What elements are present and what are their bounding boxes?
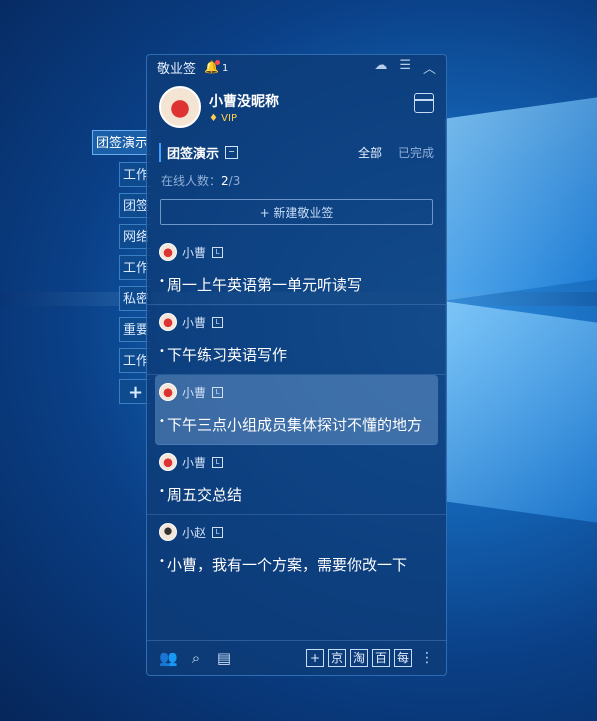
note-author: 小曹	[182, 385, 207, 400]
shortcut-taobao-button[interactable]: 淘	[350, 649, 368, 667]
notes-list: 小曹 L 周一上午英语第一单元听读写 小曹 L 下午练习英语写作 小曹 L 下午三点小…	[147, 235, 446, 584]
bell-icon[interactable]: 🔔 1	[204, 60, 228, 74]
shortcut-daily-button[interactable]: 每	[394, 649, 412, 667]
note-type-icon: L	[212, 456, 224, 468]
user-profile: 小曹没昵称 ♦ VIP	[147, 79, 446, 135]
list-item[interactable]: 小曹 L 下午三点小组成员集体探讨不懂的地方	[155, 375, 438, 445]
calendar-icon[interactable]	[414, 93, 434, 113]
new-note-button[interactable]: + 新建敬业签	[160, 199, 433, 225]
filter-done-tab[interactable]: 已完成	[398, 144, 434, 161]
avatar	[159, 523, 177, 541]
group-name: 团签演示	[159, 143, 219, 162]
note-author: 小曹	[182, 455, 207, 470]
avatar	[159, 453, 177, 471]
filter-all-tab[interactable]: 全部	[358, 144, 382, 161]
list-item[interactable]: 小曹 L 周五交总结	[147, 445, 446, 515]
list-item[interactable]: 小曹 L 周一上午英语第一单元听读写	[147, 235, 446, 305]
collapse-icon[interactable]: ︿	[423, 58, 436, 77]
note-text: 下午练习英语写作	[159, 341, 436, 366]
note-type-icon: L	[212, 386, 224, 398]
vip-badge: ♦ VIP	[209, 112, 237, 124]
note-type-icon: L	[212, 316, 224, 328]
note-text: 周五交总结	[159, 481, 436, 506]
search-icon[interactable]: ⌕	[187, 649, 205, 667]
note-type-icon: L	[212, 526, 224, 538]
online-count: 在线人数：2/3	[161, 174, 241, 188]
user-name: 小曹没昵称	[209, 93, 279, 110]
note-author: 小赵	[182, 525, 207, 540]
avatar	[159, 313, 177, 331]
note-author: 小曹	[182, 245, 207, 260]
avatar	[159, 383, 177, 401]
group-menu-icon[interactable]: −	[225, 146, 239, 159]
menu-icon[interactable]: ☰	[399, 58, 411, 77]
contacts-icon[interactable]: 👥	[159, 649, 178, 667]
more-icon[interactable]: ⋮	[420, 649, 434, 667]
note-type-icon: L	[212, 246, 224, 258]
cloud-icon[interactable]: ☁	[374, 58, 387, 77]
note-text: 小曹，我有一个方案，需要你改一下	[159, 551, 436, 576]
list-item[interactable]: 小赵 L 小曹，我有一个方案，需要你改一下	[147, 515, 446, 584]
avatar[interactable]	[159, 86, 201, 128]
notification-count: 1	[221, 63, 229, 74]
bottom-toolbar: 👥 ⌕ ▤ + 京 淘 百 每 ⋮	[147, 640, 446, 675]
list-item[interactable]: 小曹 L 下午练习英语写作	[147, 305, 446, 375]
desktop-logo-pane	[445, 301, 597, 523]
note-author: 小曹	[182, 315, 207, 330]
avatar	[159, 243, 177, 261]
note-text: 周一上午英语第一单元听读写	[159, 271, 436, 296]
title-bar: 敬业签 🔔 1 ☁ ☰ ︿	[147, 55, 446, 79]
shortcut-baidu-button[interactable]: 百	[372, 649, 390, 667]
notes-panel: 敬业签 🔔 1 ☁ ☰ ︿ 小曹没昵称 ♦ VIP 团签演示 − 全部 已完成 在…	[146, 54, 447, 676]
note-text: 下午三点小组成员集体探讨不懂的地方	[159, 411, 428, 436]
group-header: 团签演示 − 全部 已完成	[147, 135, 446, 162]
shortcut-jd-button[interactable]: 京	[328, 649, 346, 667]
list-icon[interactable]: ▤	[215, 649, 233, 667]
desktop-logo-pane	[445, 97, 597, 301]
app-title: 敬业签	[157, 61, 197, 77]
shortcut-add-button[interactable]: +	[306, 649, 324, 667]
side-tab-group-demo[interactable]: 团签演示	[92, 130, 151, 155]
